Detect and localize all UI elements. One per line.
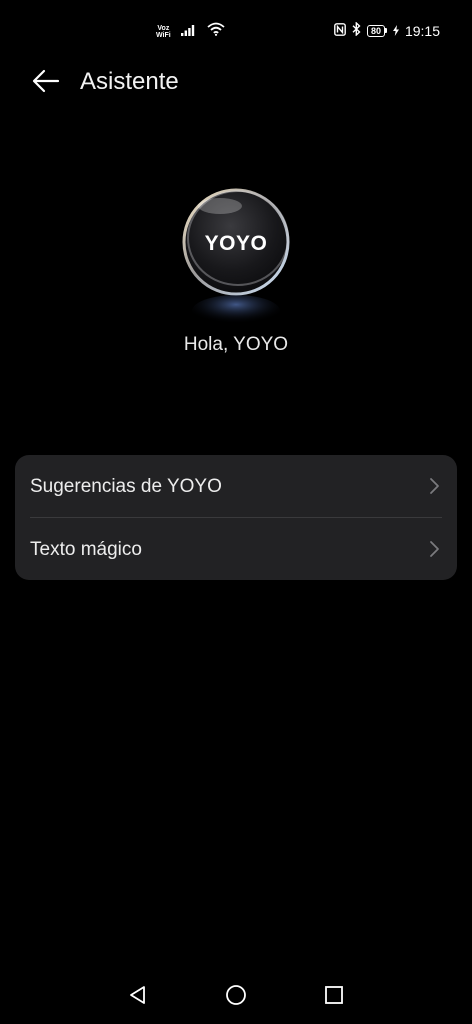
menu-item-texto-magico[interactable]: Texto mágico xyxy=(15,518,457,580)
yoyo-logo: YOYO xyxy=(176,186,296,336)
settings-card: Sugerencias de YOYO Texto mágico xyxy=(15,455,457,580)
app-header: Asistente xyxy=(0,58,472,108)
voz-label: Voz xyxy=(157,24,170,32)
greeting-text: Hola, YOYO xyxy=(183,334,289,355)
yoyo-logo-text: YOYO xyxy=(204,232,268,255)
nav-recents-button[interactable] xyxy=(319,982,349,1012)
recents-square-icon xyxy=(323,984,345,1011)
status-left: Voz WiFi xyxy=(156,22,225,41)
back-button[interactable] xyxy=(26,66,66,100)
battery-icon: 80 xyxy=(366,24,387,37)
nfc-icon xyxy=(334,22,346,39)
status-right: 80 19:15 xyxy=(334,21,440,39)
menu-item-sugerencias[interactable]: Sugerencias de YOYO xyxy=(15,455,457,517)
orb-graphic xyxy=(182,188,290,327)
chevron-right-icon xyxy=(427,477,441,495)
wifi-icon xyxy=(207,22,225,41)
nav-back-button[interactable] xyxy=(123,982,153,1012)
signal-icon xyxy=(180,23,197,41)
menu-item-label: Texto mágico xyxy=(30,539,142,560)
menu-item-label: Sugerencias de YOYO xyxy=(30,476,222,497)
home-circle-icon xyxy=(225,984,247,1011)
chevron-right-icon xyxy=(427,540,441,558)
back-arrow-icon xyxy=(32,69,60,98)
nav-home-button[interactable] xyxy=(221,982,251,1012)
charging-icon xyxy=(392,23,399,39)
battery-level: 80 xyxy=(366,24,385,37)
page-title: Asistente xyxy=(80,68,179,95)
clock: 19:15 xyxy=(404,22,440,39)
wifi-label: WiFi xyxy=(156,31,171,39)
voz-wifi-indicator: Voz WiFi xyxy=(156,25,171,39)
bluetooth-icon xyxy=(352,21,361,39)
back-triangle-icon xyxy=(127,984,149,1011)
status-bar: Voz WiFi 80 19:15 xyxy=(0,0,472,64)
system-nav-bar xyxy=(0,972,472,1024)
